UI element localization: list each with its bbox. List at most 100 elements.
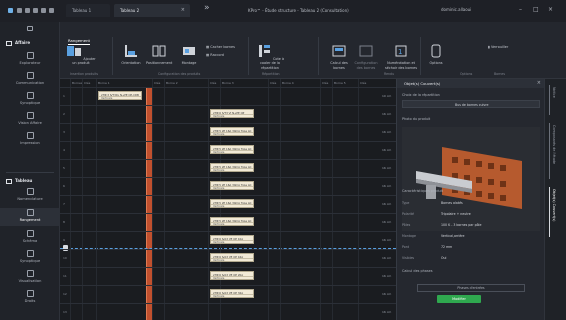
folder-icon[interactable]: [17, 8, 22, 13]
orientation-button[interactable]: Orientation: [118, 44, 144, 66]
add-product-button[interactable]: Ajouter un produit: [66, 44, 96, 66]
title-bar: Tableau 1 Tableau 2 × » KPro™ - Étude str…: [0, 0, 566, 22]
column-header: Bornes: [72, 81, 83, 85]
tab-tableau-1[interactable]: Tableau 1: [66, 4, 110, 17]
maximize-icon[interactable]: □: [533, 6, 539, 13]
nav-explorateur[interactable]: Explorateur: [0, 52, 60, 65]
modify-button[interactable]: Modifier: [437, 295, 481, 303]
column-divider: [70, 79, 71, 320]
nav-vision-affaire[interactable]: Vision Affaire: [0, 112, 60, 125]
rangement-grid[interactable]: Bornes Clés Borne 1 Clés Borne 2 Clés Borne 3C…: [60, 79, 396, 320]
save-icon[interactable]: [25, 8, 30, 13]
phases-input-button[interactable]: Phases d'entrées: [417, 284, 525, 292]
section-label: Affaire: [15, 40, 31, 45]
tab-label: Tableau 2: [120, 8, 140, 13]
redo-icon[interactable]: [49, 8, 54, 13]
photo-label: Photo du produit: [402, 117, 431, 121]
mounting-button[interactable]: Montage: [176, 44, 202, 66]
rail-tab-notice[interactable]: Notice: [552, 87, 556, 98]
card-subtitle: Verticale: [213, 295, 225, 298]
nav-impression[interactable]: Impression: [0, 132, 60, 145]
row-divider: [60, 213, 396, 214]
product-card[interactable]: 2HP-5 2P 16A 30mA Type AC Verticale: [210, 163, 254, 172]
nav-section-affaire: Affaire: [6, 40, 30, 46]
column-divider: [332, 79, 333, 320]
tab-tableau-2[interactable]: Tableau 2 ×: [114, 4, 190, 17]
nav-synoptique-2[interactable]: Synoptique: [0, 250, 60, 263]
row-number: 6: [63, 184, 65, 188]
positioning-button[interactable]: Positionnement: [146, 44, 172, 66]
button-label: Positionnement: [146, 61, 173, 66]
card-subtitle: Verticale: [213, 259, 225, 262]
button-label: Cacher bornes: [210, 45, 235, 49]
card-subtitle: Verticale: [213, 151, 225, 154]
app-title: KPro™ - Étude structure - Tableau 2 (Con…: [248, 8, 349, 13]
product-card[interactable]: 2HP-5 2P 16A 30mA Type AC Verticale: [210, 199, 254, 208]
ribbon-tab-rangement[interactable]: Rangement: [68, 38, 90, 45]
product-card[interactable]: 2HP-6 S/T3 VI N+PE OP Verticale: [210, 109, 254, 118]
config-icon: [359, 45, 373, 57]
product-card[interactable]: 2HP-6 S/A3 VE OP 10A Verticale: [210, 235, 254, 244]
nav-droits[interactable]: Droits: [0, 290, 60, 303]
row-height-label: 16 cm: [382, 166, 392, 170]
prop-key: Pôles: [402, 223, 411, 227]
product-card[interactable]: 2HP-5 2P 16A 30mA Type AC Verticale: [210, 181, 254, 190]
product-card[interactable]: 2HP-5 2P 16A 30mA Type AC Verticale: [210, 145, 254, 154]
nav-nomenclature[interactable]: Nomenclature: [0, 188, 60, 201]
close-icon[interactable]: ×: [537, 80, 541, 86]
lock-button[interactable]: ▮ Verrouiller: [488, 45, 508, 49]
ribbon-separator: [318, 37, 319, 75]
product-card[interactable]: 2HP-3 S/T3XL N+PE OP-CDB Verticale: [98, 91, 142, 100]
group-label: Configuration des produits: [158, 72, 201, 76]
hide-terminals-button[interactable]: ▦ Cacher bornes: [206, 45, 235, 49]
visualisation-icon: [26, 270, 34, 277]
row-handle[interactable]: [63, 245, 68, 251]
user-name[interactable]: dominic.allaoui: [441, 7, 471, 12]
column-header: Clés: [84, 81, 91, 85]
config-terminals-button[interactable]: Configuration des bornes: [352, 44, 380, 70]
row-number: 11: [63, 274, 67, 278]
repartition-select[interactable]: Bus de bornes cuivre: [402, 100, 540, 108]
numbering-button[interactable]: 1 Numérotation et séchoir des bornes: [384, 44, 418, 70]
nav-communication[interactable]: Communication: [0, 72, 60, 85]
row-height-label: 16 cm: [382, 202, 392, 206]
row-height-label: 16 cm: [382, 220, 392, 224]
calc-terminals-button[interactable]: Calcul des bornes: [326, 44, 352, 70]
row-divider: [60, 159, 396, 160]
side-tab-rail: Notice Composants de l'étude Objet(s) Co…: [544, 79, 566, 320]
nav-synoptique[interactable]: Synoptique: [0, 92, 60, 105]
prop-key: Type: [402, 201, 410, 205]
row-number: 2: [63, 112, 65, 116]
row-number: 4: [63, 148, 65, 152]
synoptic-icon: [26, 92, 34, 99]
nav-schema[interactable]: Schéma: [0, 230, 60, 243]
column-divider: [358, 79, 359, 320]
row-divider: [60, 105, 396, 106]
properties-panel: Objet(s) Couvert(s) × Choix de la répart…: [396, 79, 545, 320]
connect-button[interactable]: ▦ Raccord: [206, 53, 224, 57]
column-divider: [208, 79, 209, 320]
product-card[interactable]: 2HP-5 2P 16A 30mA Type AC Verticale: [210, 217, 254, 226]
undo-icon[interactable]: [41, 8, 46, 13]
nav-label: Synoptique: [19, 101, 41, 105]
chevron-right-icon[interactable]: »: [204, 3, 210, 13]
close-window-icon[interactable]: ×: [548, 6, 553, 13]
nav-label: Explorateur: [19, 61, 41, 65]
product-card[interactable]: 2HP-6 S/A3 VE OP 20A Verticale: [210, 271, 254, 280]
home-icon[interactable]: [0, 26, 60, 33]
minimize-icon[interactable]: –: [519, 6, 522, 13]
dimension-button[interactable]: Cote à coaler de la répartition: [254, 44, 286, 70]
print-icon[interactable]: [33, 8, 38, 13]
product-card[interactable]: 2HP-5 2P 16A 30mA Type AC Verticale: [210, 127, 254, 136]
nav-visualisation[interactable]: Visualisation: [0, 270, 60, 283]
ribbon-separator: [420, 37, 421, 75]
card-subtitle: Verticale: [213, 187, 225, 190]
rail-tab-objects[interactable]: Objet(s) Couvert(s): [552, 189, 556, 222]
product-card[interactable]: 2HP-6 S/A3 VE OP 32A Verticale: [210, 289, 254, 298]
rail-tab-components[interactable]: Composants de l'étude: [552, 125, 556, 164]
product-card[interactable]: 2HP-6 S/A3 VE OP 16A Verticale: [210, 253, 254, 262]
nav-rangement[interactable]: Rangement: [0, 208, 60, 226]
options-button[interactable]: Options: [424, 44, 448, 66]
section-label: Tableau: [15, 178, 33, 183]
close-icon[interactable]: ×: [181, 7, 185, 13]
